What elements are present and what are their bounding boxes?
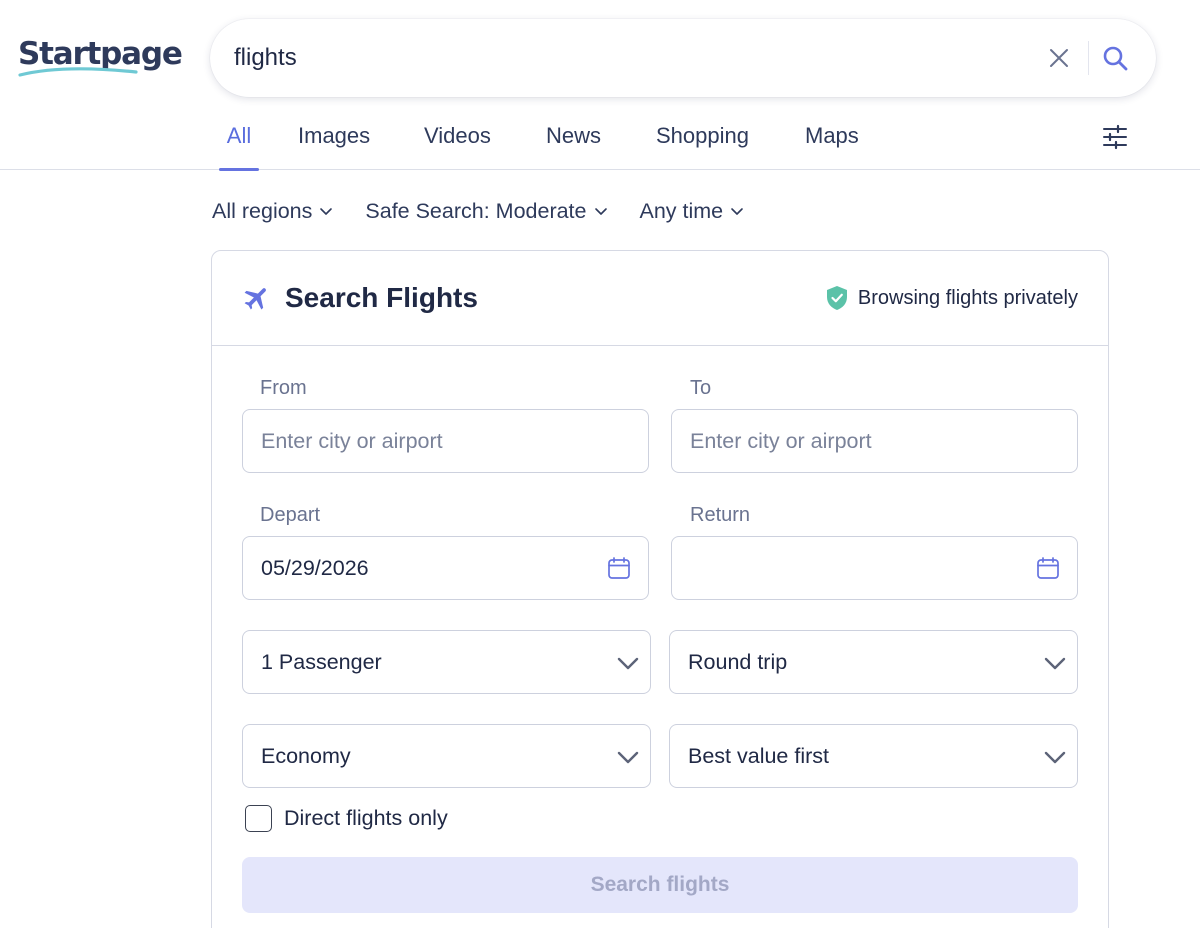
return-label: Return: [690, 504, 751, 526]
direct-flights-label: Direct flights only: [284, 806, 448, 830]
tab-maps[interactable]: Maps: [805, 104, 859, 170]
chevron-down-icon: [594, 208, 607, 215]
chevron-down-icon: [320, 208, 333, 215]
flight-widget-title: Search Flights: [285, 282, 478, 313]
calendar-icon[interactable]: [1036, 556, 1060, 580]
to-label: To: [690, 377, 712, 399]
startpage-logo[interactable]: Startpage: [18, 36, 183, 80]
trip-type-select-value: Round trip: [688, 649, 788, 674]
return-date-input[interactable]: [672, 555, 1077, 581]
region-filter-label: All regions: [212, 198, 313, 223]
logo-swoosh-icon: [18, 67, 138, 77]
direct-flights-checkbox[interactable]: [245, 805, 272, 832]
time-filter[interactable]: Any time: [640, 199, 745, 224]
shield-check-icon: [826, 286, 847, 310]
search-settings-button[interactable]: [1102, 124, 1128, 150]
search-input[interactable]: [234, 38, 1014, 78]
calendar-icon[interactable]: [607, 556, 631, 580]
to-input[interactable]: [672, 428, 1077, 454]
cabin-class-select[interactable]: Economy: [242, 724, 651, 788]
depart-label: Depart: [260, 504, 321, 526]
from-field: [242, 409, 649, 473]
privacy-notice: Browsing flights privately: [826, 285, 1078, 311]
from-input[interactable]: [243, 428, 648, 454]
search-flights-button[interactable]: Search flights: [242, 857, 1078, 913]
clear-search-button[interactable]: [1046, 45, 1072, 71]
depart-date-input[interactable]: [243, 555, 648, 581]
search-filters: All regions Safe Search: Moderate Any ti…: [212, 196, 776, 226]
from-label: From: [260, 377, 307, 399]
trip-type-select[interactable]: Round trip: [669, 630, 1078, 694]
tab-images[interactable]: Images: [298, 104, 370, 170]
sort-select[interactable]: Best value first: [669, 724, 1078, 788]
search-tabs: All Images Videos News Shopping Maps: [0, 104, 1200, 171]
passengers-select-value: 1 Passenger: [261, 649, 382, 674]
depart-field: [242, 536, 649, 600]
tab-all[interactable]: All: [219, 104, 259, 171]
time-filter-label: Any time: [639, 198, 724, 223]
chevron-down-icon: [617, 657, 639, 670]
direct-flights-row[interactable]: Direct flights only: [245, 805, 448, 832]
safe-search-filter[interactable]: Safe Search: Moderate: [365, 199, 607, 224]
search-bar: [210, 19, 1156, 97]
sort-select-value: Best value first: [688, 743, 829, 768]
cabin-class-select-value: Economy: [261, 743, 351, 768]
search-bar-divider: [1088, 41, 1089, 75]
chevron-down-icon: [1044, 657, 1066, 670]
search-submit-button[interactable]: [1100, 43, 1130, 73]
airplane-icon: [244, 288, 266, 310]
to-field: [671, 409, 1078, 473]
region-filter[interactable]: All regions: [212, 199, 333, 224]
tab-videos[interactable]: Videos: [424, 104, 491, 170]
flight-search-widget: Search Flights Browsing flights privatel…: [211, 250, 1109, 928]
close-icon: [1050, 49, 1068, 67]
passengers-select[interactable]: 1 Passenger: [242, 630, 651, 694]
search-icon: [1103, 46, 1128, 71]
privacy-notice-text: Browsing flights privately: [857, 286, 1078, 309]
flight-widget-header: Search Flights Browsing flights privatel…: [212, 251, 1108, 346]
tab-shopping[interactable]: Shopping: [656, 104, 749, 170]
chevron-down-icon: [617, 751, 639, 764]
safe-search-filter-label: Safe Search: Moderate: [365, 198, 587, 223]
return-field: [671, 536, 1078, 600]
sliders-icon: [1103, 124, 1127, 150]
chevron-down-icon: [1044, 751, 1066, 764]
chevron-down-icon: [731, 208, 743, 215]
tab-news[interactable]: News: [546, 104, 601, 170]
